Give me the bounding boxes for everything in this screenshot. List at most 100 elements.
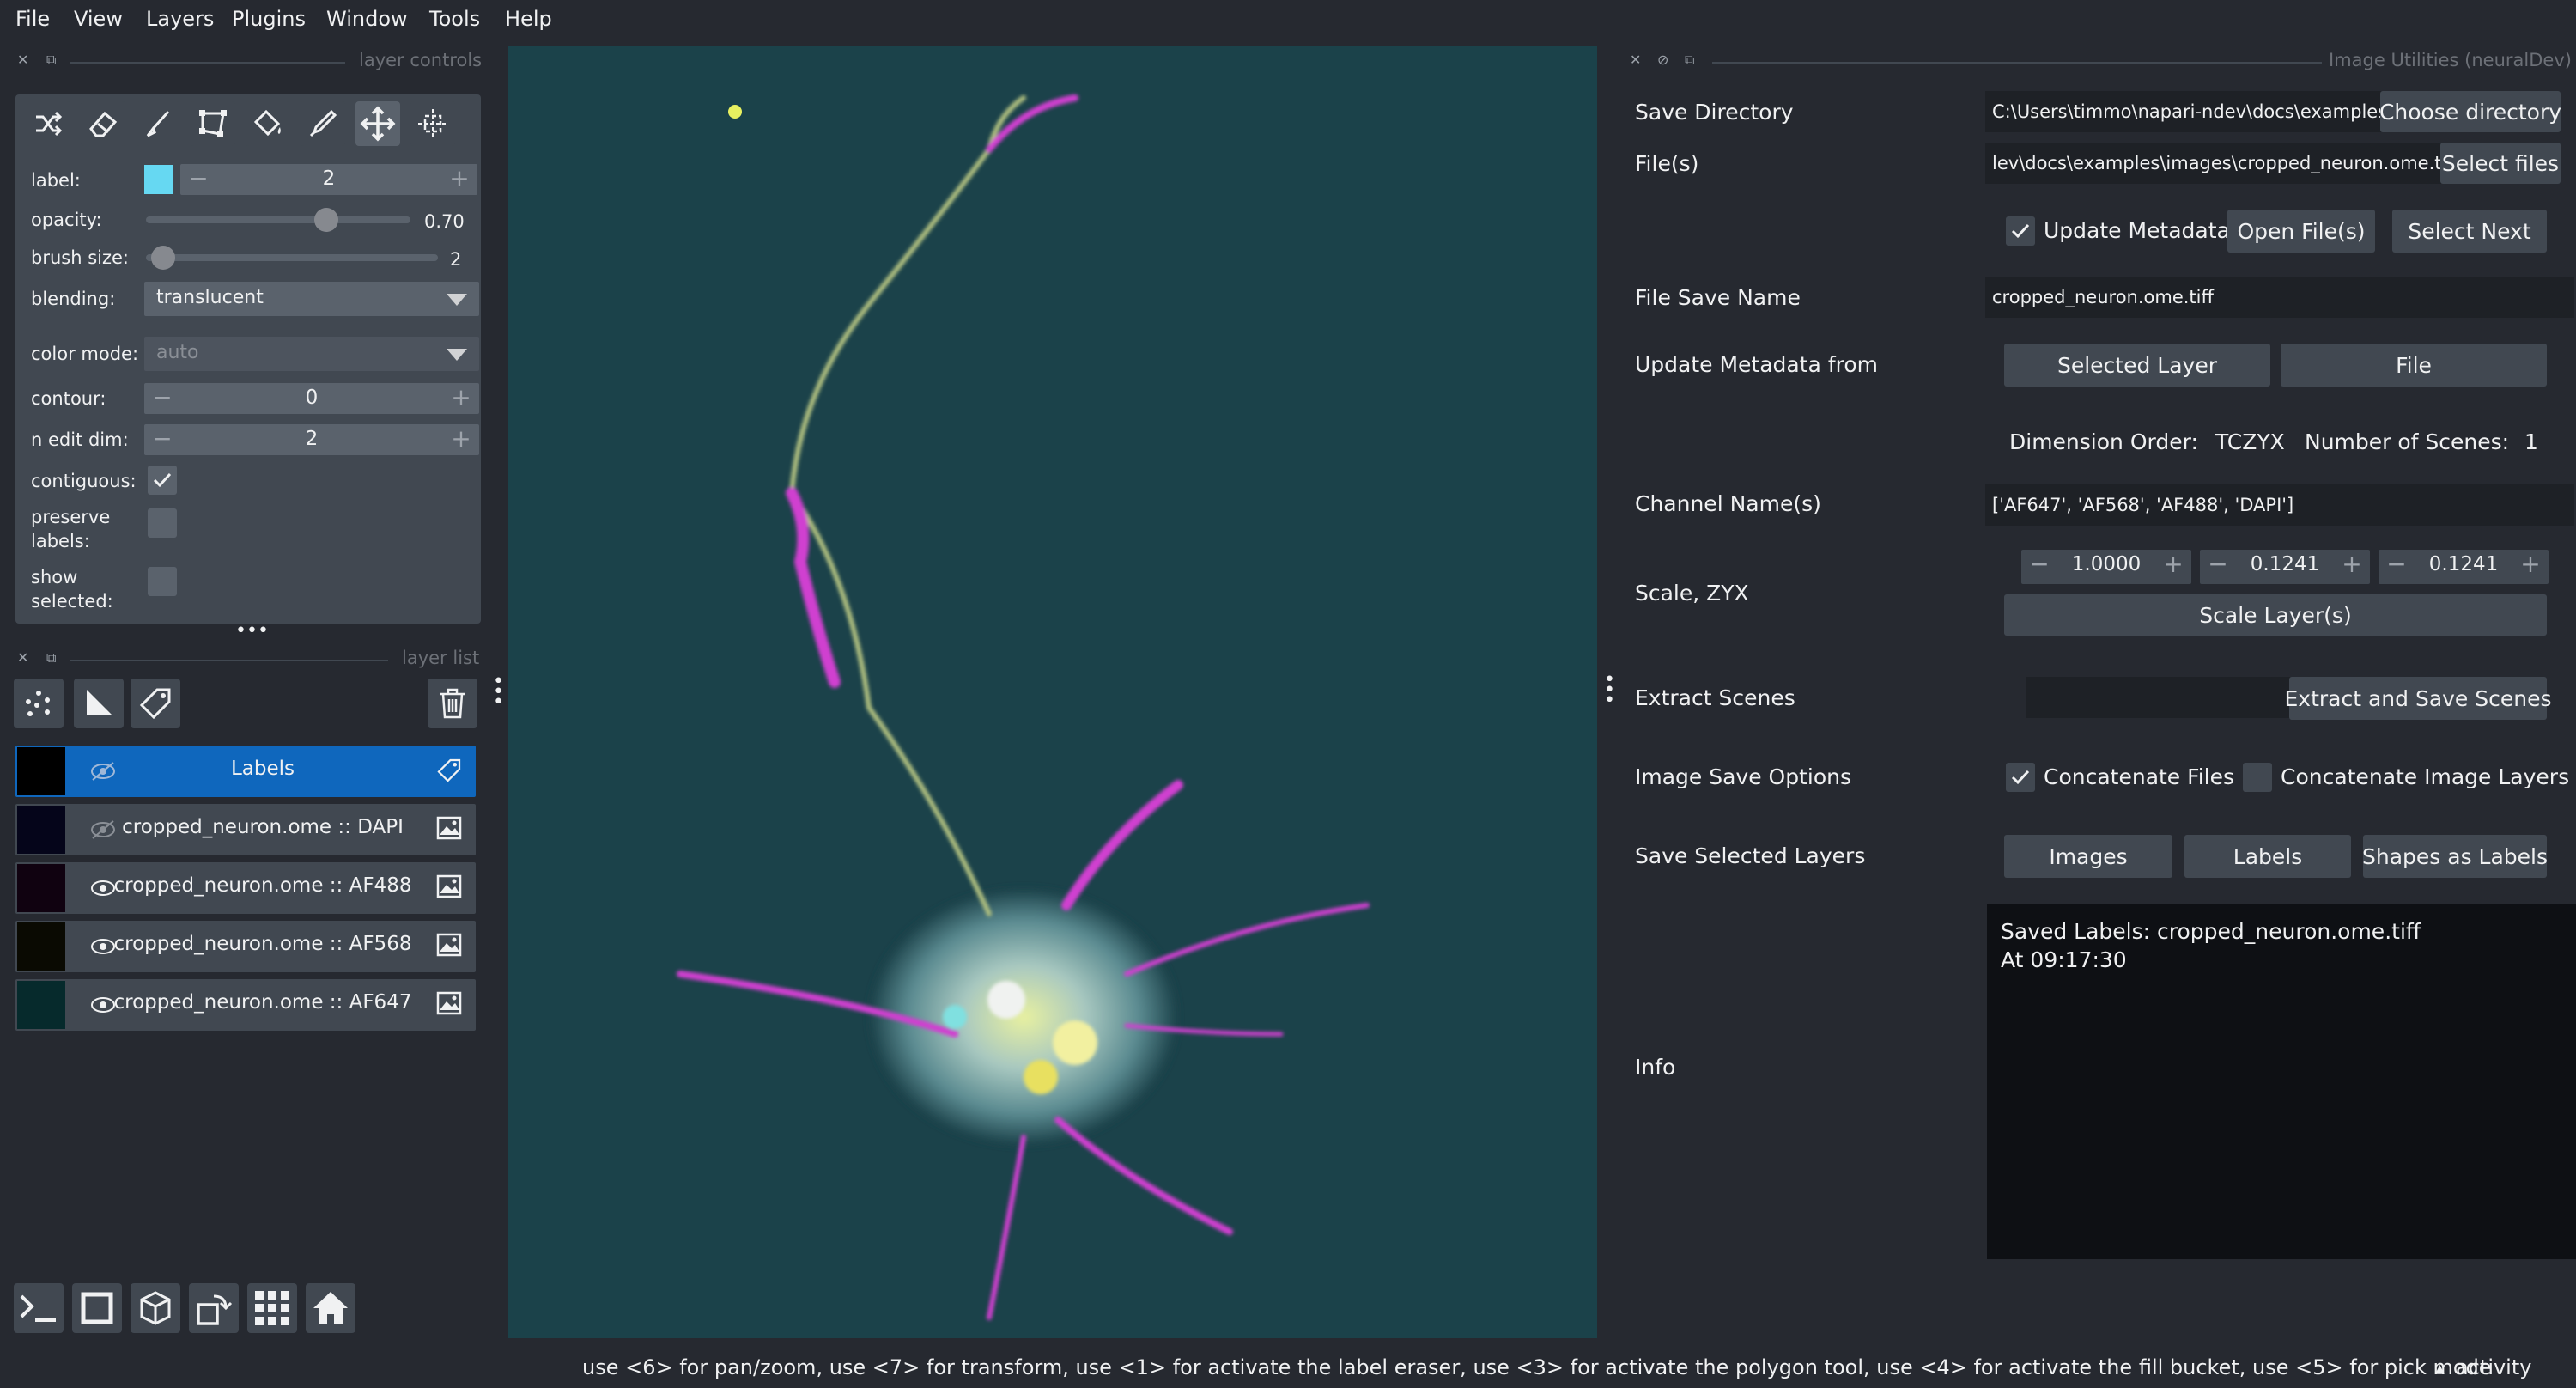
transform-button[interactable] [410, 101, 455, 146]
open-files-button[interactable]: Open File(s) [2227, 210, 2375, 253]
chevron-down-icon [447, 349, 467, 361]
paint-brush-button[interactable] [136, 101, 180, 146]
blending-dropdown[interactable]: translucent [144, 282, 479, 316]
contour-spinbox[interactable]: − 0 + [144, 383, 479, 414]
dock-close-icon[interactable]: ✕ [1630, 52, 1641, 68]
choose-directory-button[interactable]: Choose directory [2379, 91, 2561, 132]
fill-bucket-button[interactable] [246, 101, 290, 146]
opacity-slider[interactable] [146, 216, 410, 223]
layer-name[interactable]: Labels [110, 758, 416, 780]
layer-name[interactable]: cropped_neuron.ome :: AF488 [110, 874, 416, 897]
color-mode-dropdown[interactable]: auto [144, 337, 479, 371]
file-save-name-field[interactable]: cropped_neuron.ome.tiff [1985, 277, 2574, 318]
save-shapes-as-labels-button[interactable]: Shapes as Labels [2362, 835, 2548, 878]
dock-hide-icon[interactable]: ⊘ [1657, 52, 1668, 68]
menu-window[interactable]: Window [326, 7, 408, 31]
brush-size-value: 2 [450, 249, 462, 270]
label-spinbox[interactable]: − 2 + [180, 164, 477, 195]
metadata-from-file-button[interactable]: File [2281, 344, 2547, 387]
menu-view[interactable]: View [74, 7, 123, 31]
menu-help[interactable]: Help [505, 7, 552, 31]
checkmark-icon [2011, 223, 2030, 239]
layer-row-af488[interactable]: cropped_neuron.ome :: AF488 [15, 862, 476, 914]
save-images-button[interactable]: Images [2004, 835, 2172, 878]
concatenate-files-checkbox[interactable] [2006, 763, 2035, 792]
preserve-labels-label-2: labels: [31, 531, 90, 551]
splitter-handle[interactable]: ••• [235, 620, 269, 642]
new-shapes-layer-button[interactable] [74, 679, 124, 728]
plus-icon[interactable]: + [2160, 550, 2186, 581]
scale-y-spinbox[interactable]: − 0.1241 + [2200, 550, 2370, 584]
dock-close-icon[interactable]: ✕ [17, 649, 28, 666]
new-points-layer-button[interactable] [14, 679, 64, 728]
menu-file[interactable]: File [15, 7, 50, 31]
plus-icon[interactable]: + [447, 164, 472, 195]
dock-float-icon[interactable]: ⧉ [1685, 52, 1694, 69]
color-picker-button[interactable] [301, 101, 345, 146]
transpose-dims-button[interactable] [189, 1283, 239, 1333]
extract-scenes-field[interactable] [2026, 677, 2291, 718]
grid-view-button[interactable] [247, 1283, 297, 1333]
contiguous-checkbox[interactable] [148, 466, 177, 495]
concatenate-files-label[interactable]: Concatenate Files [2044, 764, 2234, 789]
polygon-button[interactable] [191, 101, 235, 146]
layer-name[interactable]: cropped_neuron.ome :: AF647 [110, 991, 416, 1014]
toggle-ndisplay-button[interactable] [72, 1283, 122, 1333]
n-edit-dim-spinbox[interactable]: − 2 + [144, 424, 479, 455]
extract-save-scenes-button[interactable]: Extract and Save Scenes [2284, 677, 2552, 720]
activity-button[interactable]: activity [2456, 1355, 2531, 1379]
layer-row-af647[interactable]: cropped_neuron.ome :: AF647 [15, 979, 476, 1031]
menu-plugins[interactable]: Plugins [232, 7, 306, 31]
plus-icon[interactable]: + [448, 424, 474, 455]
dock-close-icon[interactable]: ✕ [17, 52, 28, 68]
shuffle-colors-button[interactable] [26, 101, 70, 146]
brush-size-slider[interactable] [146, 254, 438, 261]
channel-names-field[interactable]: ['AF647', 'AF568', 'AF488', 'DAPI'] [1985, 484, 2574, 526]
brush-size-slider-handle[interactable] [151, 246, 176, 270]
reset-view-button[interactable] [306, 1283, 355, 1333]
vertical-splitter-handle[interactable]: • • • [1604, 671, 1615, 710]
vertical-splitter-handle[interactable]: • • • [493, 673, 504, 712]
concatenate-image-layers-label[interactable]: Concatenate Image Layers [2281, 764, 2569, 789]
roll-dims-button[interactable] [131, 1283, 180, 1333]
layer-name[interactable]: cropped_neuron.ome :: DAPI [110, 816, 416, 838]
eraser-button[interactable] [81, 101, 125, 146]
opacity-value: 0.70 [424, 211, 465, 232]
plus-icon[interactable]: + [2518, 550, 2543, 581]
delete-layer-button[interactable] [428, 679, 477, 728]
dock-float-icon[interactable]: ⧉ [46, 649, 56, 667]
save-directory-field[interactable]: C:\Users\timmo\napari-ndev\docs\examples [1985, 91, 2382, 132]
select-next-button[interactable]: Select Next [2392, 210, 2547, 253]
layer-row-dapi[interactable]: cropped_neuron.ome :: DAPI [15, 804, 476, 855]
layer-row-labels[interactable]: Labels [15, 746, 476, 797]
info-text-box[interactable]: Saved Labels: cropped_neuron.ome.tiff At… [1987, 904, 2576, 1259]
console-button[interactable] [14, 1283, 64, 1333]
menu-layers[interactable]: Layers [146, 7, 214, 31]
dock-float-icon[interactable]: ⧉ [46, 52, 56, 69]
save-selected-layers-label: Save Selected Layers [1635, 843, 1866, 868]
update-metadata-checkbox[interactable] [2006, 216, 2035, 246]
image-canvas[interactable] [508, 46, 1597, 1338]
plus-icon[interactable]: + [448, 383, 474, 414]
files-field[interactable]: lev\docs\examples\images\cropped_neuron.… [1985, 143, 2449, 184]
opacity-slider-handle[interactable] [314, 208, 338, 232]
preserve-labels-checkbox[interactable] [148, 508, 177, 538]
update-metadata-label[interactable]: Update Metadata [2044, 218, 2230, 243]
select-files-button[interactable]: Select files [2440, 143, 2561, 184]
show-selected-checkbox[interactable] [148, 567, 177, 596]
selected-layer-button[interactable]: Selected Layer [2004, 344, 2270, 387]
plus-icon[interactable]: + [2339, 550, 2365, 581]
scale-z-spinbox[interactable]: − 1.0000 + [2021, 550, 2191, 584]
layer-row-af568[interactable]: cropped_neuron.ome :: AF568 [15, 921, 476, 972]
layer-name[interactable]: cropped_neuron.ome :: AF568 [110, 933, 416, 955]
label-color-swatch[interactable] [144, 165, 173, 194]
scale-x-spinbox[interactable]: − 0.1241 + [2379, 550, 2549, 584]
concatenate-image-layers-checkbox[interactable] [2243, 763, 2272, 792]
new-labels-layer-button[interactable] [131, 679, 180, 728]
info-line-1: Saved Labels: cropped_neuron.ome.tiff [2001, 919, 2421, 944]
menu-tools[interactable]: Tools [429, 7, 480, 31]
caret-up-icon[interactable]: ▲ [2435, 1362, 2445, 1376]
save-labels-button[interactable]: Labels [2184, 835, 2351, 878]
pan-zoom-button[interactable] [355, 101, 400, 146]
scale-layers-button[interactable]: Scale Layer(s) [2004, 594, 2547, 636]
